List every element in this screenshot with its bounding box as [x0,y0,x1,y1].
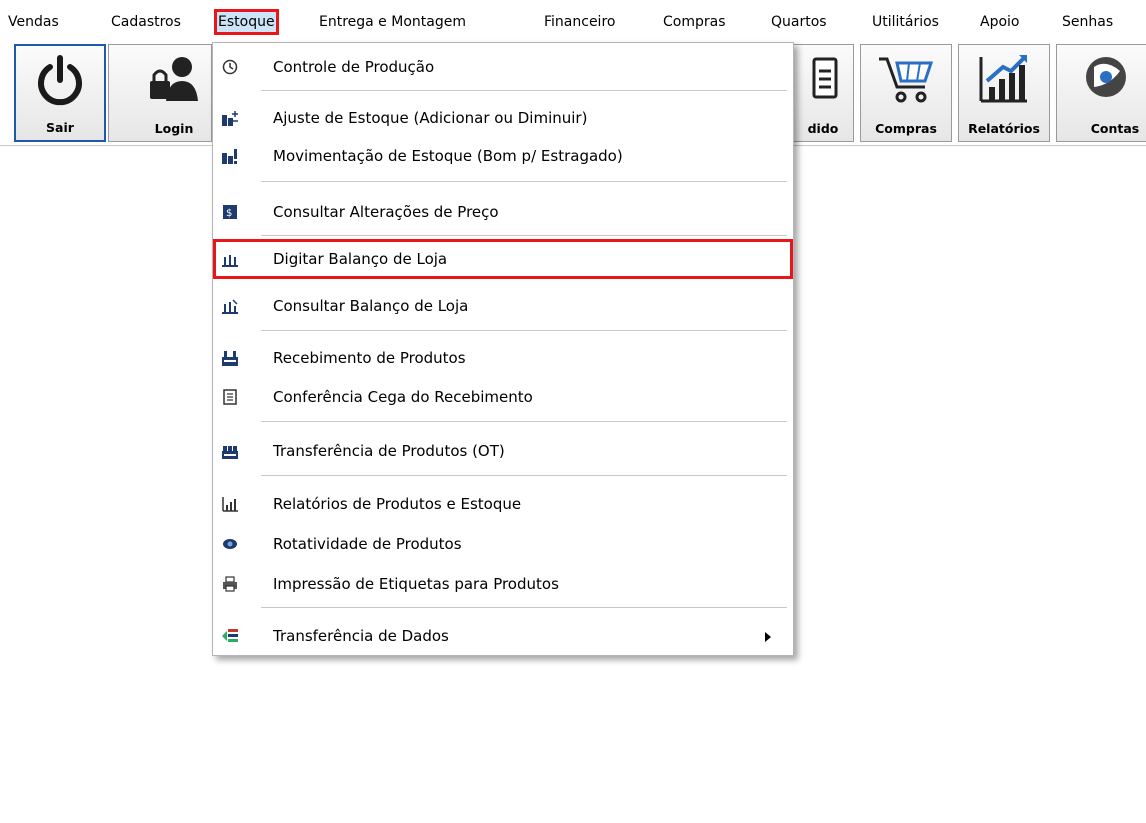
stock-move-icon [222,149,237,164]
menu-entrega-montagem[interactable]: Entrega e Montagem [317,11,468,33]
menu-item-impressao-etiquetas[interactable]: Impressão de Etiquetas para Produtos [215,566,791,602]
menu-item-transferencia-dados[interactable]: Transferência de Dados [215,618,791,654]
menu-item-label: Consultar Alterações de Preço [273,203,499,221]
menu-item-consultar-alteracoes-preco[interactable]: $ Consultar Alterações de Preço [215,194,791,230]
menu-separator [261,90,787,91]
compras-label: Compras [875,121,937,136]
contas-label: Contas [1090,121,1140,136]
balance-query-icon [222,299,238,314]
menu-item-recebimento-produtos[interactable]: Recebimento de Produtos [215,340,791,376]
report-icon [222,497,238,512]
menu-item-digitar-balanco-loja[interactable]: Digitar Balanço de Loja [213,239,793,279]
menu-item-label: Transferência de Produtos (OT) [273,442,505,460]
relatorios-button[interactable]: Relatórios [958,44,1050,142]
menu-item-label: Transferência de Dados [273,627,449,645]
menu-item-label: Movimentação de Estoque (Bom p/ Estragad… [273,147,623,165]
menu-item-consultar-balanco-loja[interactable]: Consultar Balanço de Loja [215,288,791,324]
menu-apoio[interactable]: Apoio [978,11,1021,33]
menu-separator [261,475,787,476]
menu-bar: Vendas Cadastros Estoque Entrega e Monta… [0,0,1146,42]
menu-separator [261,421,787,422]
menu-item-label: Digitar Balanço de Loja [273,250,448,268]
relatorios-label: Relatórios [968,121,1040,136]
menu-separator [261,330,787,331]
pedidos-label: dido [807,121,839,136]
menu-item-label: Ajuste de Estoque (Adicionar ou Diminuir… [273,109,588,127]
menu-item-movimentacao-estoque[interactable]: Movimentação de Estoque (Bom p/ Estragad… [215,138,791,174]
menu-separator [261,607,787,608]
clock-icon [222,59,238,75]
menu-item-conferencia-cega[interactable]: Conferência Cega do Recebimento [215,379,791,415]
menu-item-rotatividade-produtos[interactable]: Rotatividade de Produtos [215,526,791,562]
menu-item-label: Relatórios de Produtos e Estoque [273,495,522,513]
menu-utilitarios[interactable]: Utilitários [870,11,941,33]
menu-separator [261,181,787,182]
blind-check-icon [223,389,237,405]
money-icon [1086,57,1126,97]
menu-financeiro[interactable]: Financeiro [542,11,617,33]
menu-quartos[interactable]: Quartos [769,11,829,33]
balance-icon [222,255,238,267]
menu-estoque[interactable]: Estoque [214,9,279,35]
menu-item-label: Rotatividade de Produtos [273,535,462,553]
chart-icon [979,55,1027,103]
sair-label: Sair [46,120,74,135]
compras-button[interactable]: Compras [860,44,952,142]
menu-item-ajuste-estoque[interactable]: Ajuste de Estoque (Adicionar ou Diminuir… [215,100,791,136]
sair-button[interactable]: Sair [14,44,106,142]
data-transfer-icon [222,629,238,642]
menu-compras[interactable]: Compras [661,11,728,33]
printer-icon [223,576,237,592]
menu-item-label: Recebimento de Produtos [273,349,466,367]
receive-icon [222,351,238,366]
menu-item-label: Conferência Cega do Recebimento [273,388,533,406]
price-icon: $ [223,205,237,219]
menu-item-label: Impressão de Etiquetas para Produtos [273,575,559,593]
menu-cadastros[interactable]: Cadastros [109,11,183,33]
menu-item-transferencia-produtos[interactable]: Transferência de Produtos (OT) [215,433,791,469]
menu-separator [261,235,787,236]
estoque-dropdown-menu: Controle de Produção Ajuste de Estoque (… [212,42,794,656]
svg-text:$: $ [226,208,232,219]
clipboard-icon [812,57,838,99]
menu-item-label: Consultar Balanço de Loja [273,297,469,315]
login-button[interactable]: Login [108,44,212,142]
power-icon [38,55,82,106]
contas-button[interactable]: Contas [1056,44,1146,142]
submenu-arrow-icon [765,632,771,642]
menu-item-relatorios-produtos-estoque[interactable]: Relatórios de Produtos e Estoque [215,486,791,522]
rotation-icon [223,539,237,549]
transfer-icon [222,446,238,459]
menu-item-label: Controle de Produção [273,58,435,76]
cart-icon [879,57,934,103]
menu-item-controle-producao[interactable]: Controle de Produção [215,49,791,85]
menu-vendas[interactable]: Vendas [6,11,61,33]
stock-adjust-icon [222,111,238,126]
menu-senhas[interactable]: Senhas [1060,11,1115,33]
user-lock-icon [150,57,198,101]
